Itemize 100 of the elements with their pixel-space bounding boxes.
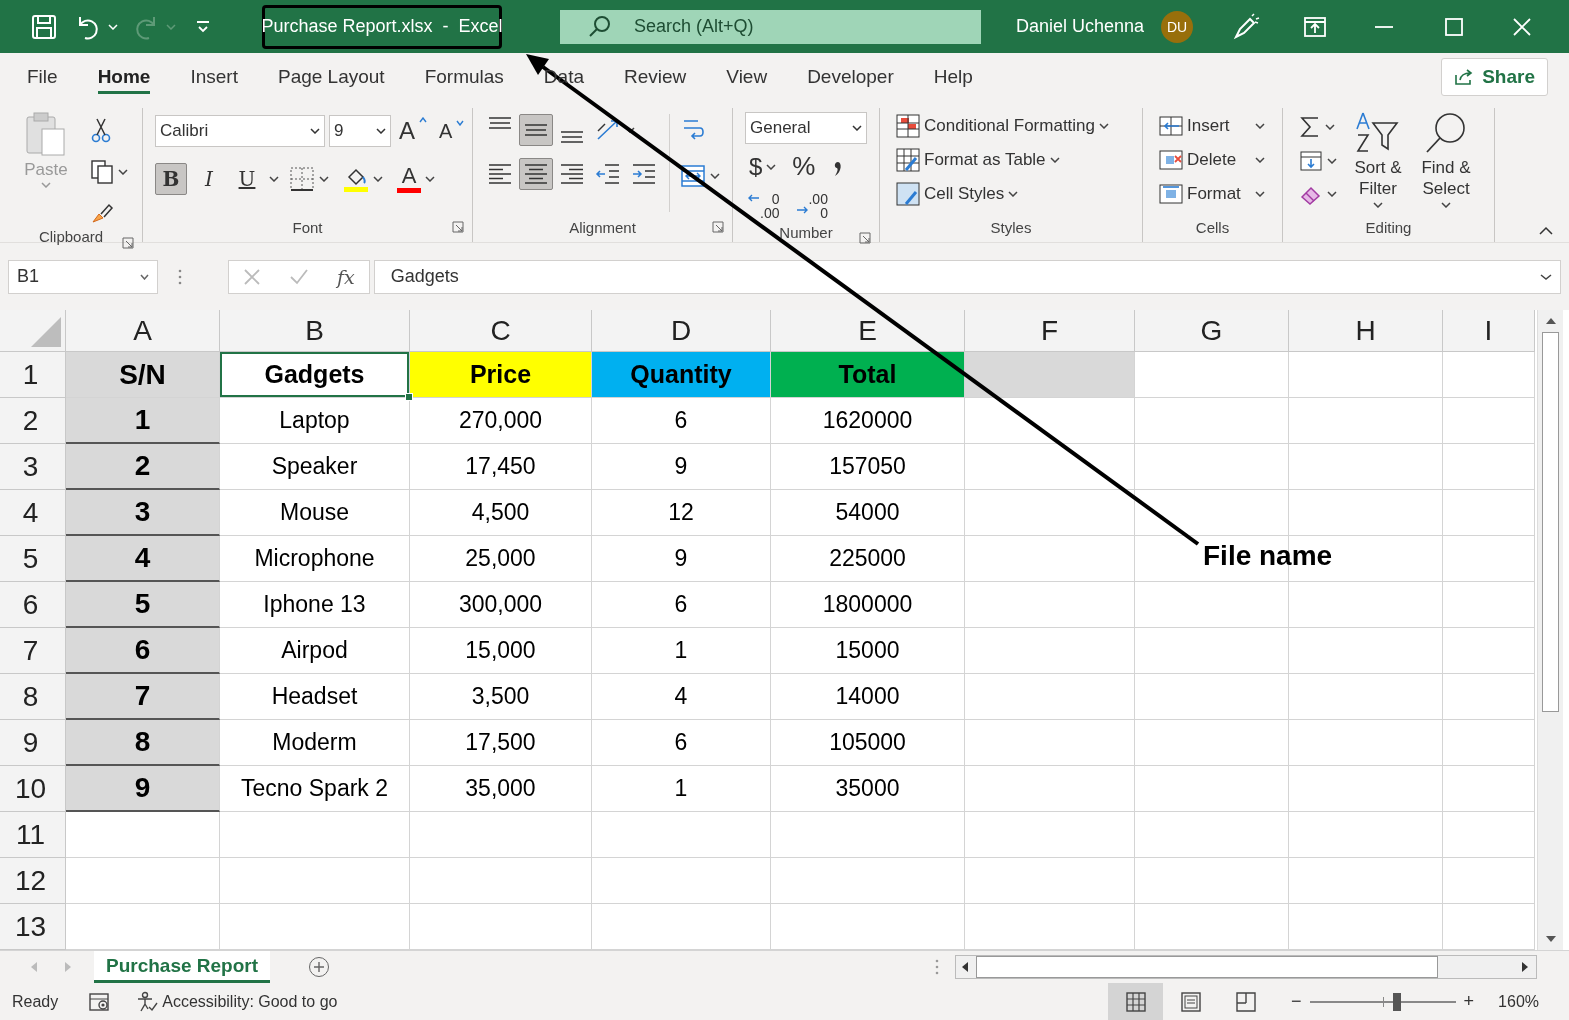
table-cell[interactable]: Quantity <box>592 352 771 398</box>
table-cell[interactable]: Iphone 13 <box>220 582 410 628</box>
increase-decimal-button[interactable]: 0 .00 <box>745 189 784 223</box>
column-header[interactable]: E <box>771 310 965 352</box>
empty-cell[interactable] <box>1289 628 1443 674</box>
table-cell[interactable]: 300,000 <box>410 582 592 628</box>
empty-cell[interactable] <box>1443 858 1535 904</box>
column-header[interactable]: C <box>410 310 592 352</box>
table-cell[interactable]: 4 <box>66 536 220 582</box>
row-header[interactable]: 1 <box>0 352 66 398</box>
table-cell[interactable]: 6 <box>592 398 771 444</box>
table-cell[interactable]: 12 <box>592 490 771 536</box>
table-cell[interactable]: Speaker <box>220 444 410 490</box>
row-header[interactable]: 12 <box>0 858 66 904</box>
table-cell[interactable]: 270,000 <box>410 398 592 444</box>
share-button[interactable]: Share <box>1441 57 1548 96</box>
empty-cell[interactable] <box>1289 490 1443 536</box>
empty-cell[interactable] <box>965 720 1135 766</box>
format-as-table-button[interactable]: Format as Table <box>892 144 1142 176</box>
table-cell[interactable]: 5 <box>66 582 220 628</box>
empty-cell[interactable] <box>965 674 1135 720</box>
empty-cell[interactable] <box>592 812 771 858</box>
empty-cell[interactable] <box>1135 766 1289 812</box>
empty-cell[interactable] <box>410 812 592 858</box>
empty-cell[interactable] <box>1289 582 1443 628</box>
column-header[interactable]: H <box>1289 310 1443 352</box>
zoom-in-button[interactable]: + <box>1463 991 1475 1012</box>
decrease-font-size-button[interactable]: A <box>435 116 469 146</box>
ribbon-tab[interactable]: Formulas <box>404 56 524 97</box>
table-cell[interactable]: 105000 <box>771 720 965 766</box>
table-cell[interactable]: 25,000 <box>410 536 592 582</box>
empty-cell[interactable] <box>1135 444 1289 490</box>
table-cell[interactable]: 4,500 <box>410 490 592 536</box>
empty-cell[interactable] <box>1289 444 1443 490</box>
insert-cells-button[interactable]: Insert <box>1155 110 1282 142</box>
decrease-decimal-button[interactable]: .00 0 <box>793 189 832 223</box>
increase-font-size-button[interactable]: A <box>395 114 431 148</box>
empty-cell[interactable] <box>1135 628 1289 674</box>
delete-cells-button[interactable]: Delete <box>1155 144 1282 176</box>
empty-cell[interactable] <box>965 812 1135 858</box>
table-cell[interactable]: 9 <box>66 766 220 812</box>
font-style-button[interactable]: I <box>193 163 225 195</box>
row-header[interactable]: 13 <box>0 904 66 950</box>
table-cell[interactable]: 6 <box>592 582 771 628</box>
ribbon-tab[interactable]: Home <box>77 56 171 97</box>
table-cell[interactable]: Gadgets <box>220 352 410 398</box>
empty-cell[interactable] <box>1289 812 1443 858</box>
fill-handle[interactable] <box>405 393 413 401</box>
empty-cell[interactable] <box>965 628 1135 674</box>
row-header[interactable]: 5 <box>0 536 66 582</box>
select-all-corner[interactable] <box>0 310 66 352</box>
table-cell[interactable]: 15000 <box>771 628 965 674</box>
table-cell[interactable]: Laptop <box>220 398 410 444</box>
table-cell[interactable]: 7 <box>66 674 220 720</box>
column-header[interactable]: D <box>592 310 771 352</box>
empty-cell[interactable] <box>965 536 1135 582</box>
ribbon-tab[interactable]: Insert <box>170 56 258 97</box>
sort-filter-button[interactable]: Sort & Filter <box>1347 108 1409 212</box>
row-header[interactable]: 4 <box>0 490 66 536</box>
row-header[interactable]: 9 <box>0 720 66 766</box>
row-header[interactable]: 8 <box>0 674 66 720</box>
empty-cell[interactable] <box>965 766 1135 812</box>
table-cell[interactable]: 35,000 <box>410 766 592 812</box>
empty-cell[interactable] <box>1443 628 1535 674</box>
user-avatar[interactable]: DU <box>1161 10 1194 43</box>
font-name-field[interactable]: Calibri <box>155 115 325 147</box>
empty-cell[interactable] <box>1289 398 1443 444</box>
format-cells-button[interactable]: Format <box>1155 178 1282 210</box>
row-header[interactable]: 10 <box>0 766 66 812</box>
empty-cell[interactable] <box>771 858 965 904</box>
empty-cell[interactable] <box>1443 720 1535 766</box>
ribbon-tab[interactable]: Review <box>604 56 707 97</box>
table-cell[interactable]: 4 <box>592 674 771 720</box>
empty-cell[interactable] <box>1135 674 1289 720</box>
empty-cell[interactable] <box>1289 674 1443 720</box>
table-cell[interactable]: Moderm <box>220 720 410 766</box>
table-cell[interactable]: 2 <box>66 444 220 490</box>
insert-function-button[interactable]: fx <box>337 265 355 288</box>
table-cell[interactable]: 8 <box>66 720 220 766</box>
shaded-cell[interactable] <box>965 352 1135 398</box>
table-cell[interactable]: 54000 <box>771 490 965 536</box>
empty-cell[interactable] <box>1135 812 1289 858</box>
table-cell[interactable]: 6 <box>592 720 771 766</box>
accessibility-status[interactable]: Accessibility: Good to go <box>162 992 338 1011</box>
font-style-button[interactable]: B <box>155 163 187 195</box>
empty-cell[interactable] <box>965 582 1135 628</box>
table-cell[interactable]: 17,500 <box>410 720 592 766</box>
table-cell[interactable]: 35000 <box>771 766 965 812</box>
table-cell[interactable]: 1 <box>592 628 771 674</box>
row-header[interactable]: 3 <box>0 444 66 490</box>
table-cell[interactable]: 1620000 <box>771 398 965 444</box>
horizontal-scrollbar[interactable] <box>955 955 1537 979</box>
table-cell[interactable]: Mouse <box>220 490 410 536</box>
empty-cell[interactable] <box>592 858 771 904</box>
empty-cell[interactable] <box>965 858 1135 904</box>
table-cell[interactable]: 1800000 <box>771 582 965 628</box>
table-cell[interactable]: 157050 <box>771 444 965 490</box>
table-cell[interactable]: 225000 <box>771 536 965 582</box>
table-cell[interactable]: 9 <box>592 536 771 582</box>
row-header[interactable]: 11 <box>0 812 66 858</box>
